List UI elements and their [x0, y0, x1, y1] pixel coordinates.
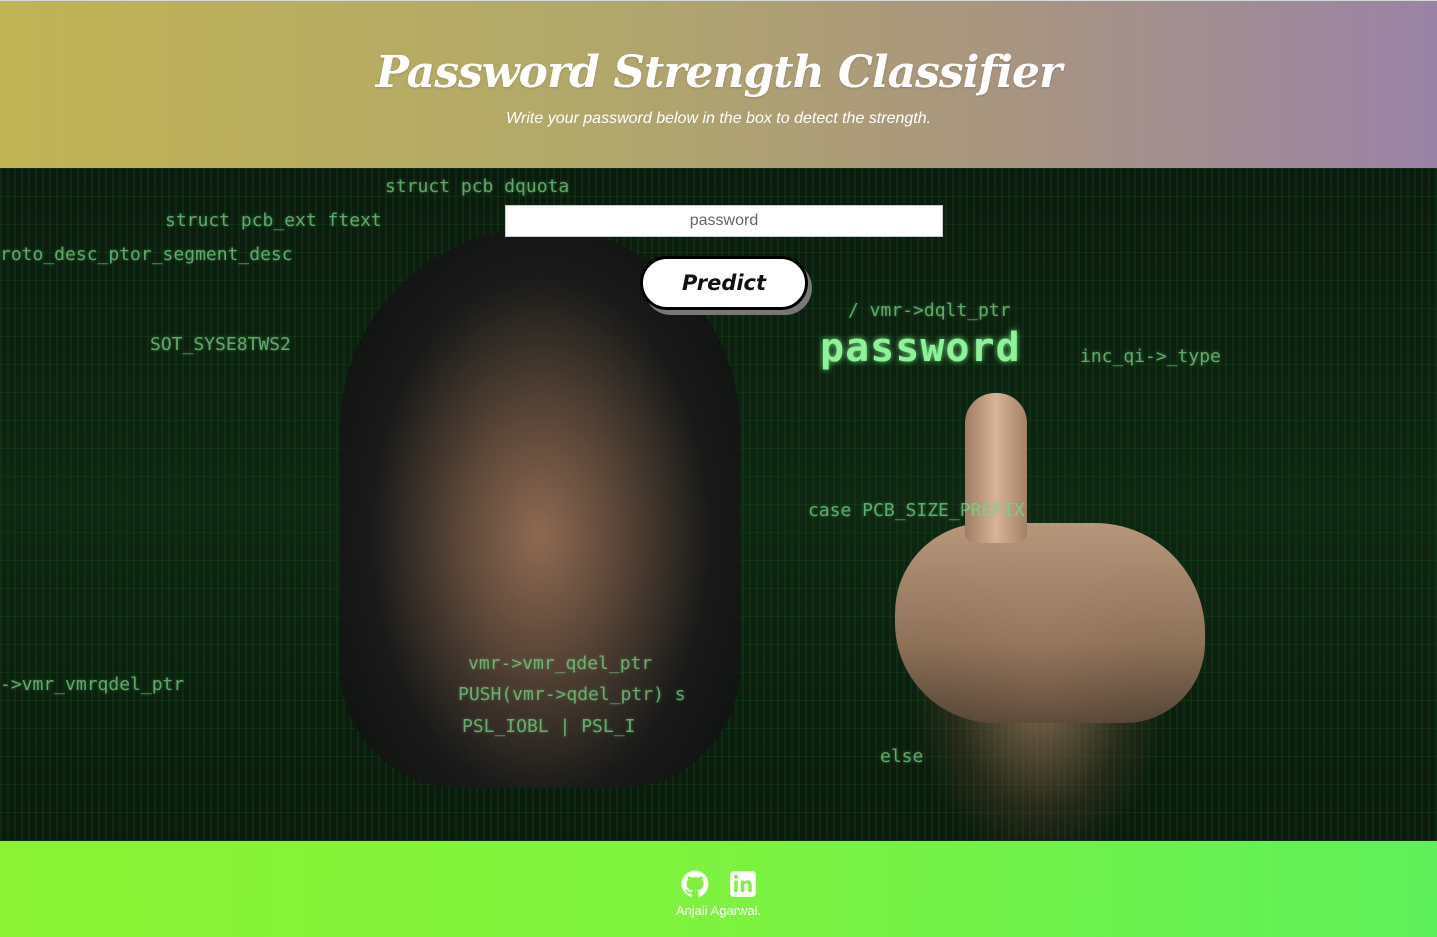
password-input[interactable]	[505, 205, 943, 237]
background-code-line: ->vmr_vmrqdel_ptr	[0, 674, 185, 695]
background-code-line: / vmr->dqlt_ptr	[848, 300, 1011, 321]
hero-section: struct pcb dquota struct pcb_ext ftext r…	[0, 168, 1437, 841]
hand-image	[895, 523, 1205, 723]
background-code-line: case PCB_SIZE_PREFIX	[808, 500, 1025, 521]
page-footer: Anjali Agarwal.	[0, 841, 1437, 937]
page-title: Password Strength Classifier	[375, 47, 1062, 98]
background-code-line: vmr->vmr_qdel_ptr	[468, 653, 653, 674]
author-credit: Anjali Agarwal.	[675, 903, 762, 918]
github-icon[interactable]	[681, 870, 709, 898]
background-code-line: roto_desc_ptor_segment_desc	[0, 244, 293, 265]
background-code-line: SOT_SYSE8TWS2	[150, 334, 291, 355]
background-password-word: password	[820, 325, 1021, 371]
linkedin-icon[interactable]	[729, 870, 757, 898]
background-code-line: PUSH(vmr->qdel_ptr) s	[458, 684, 686, 705]
background-code-line: inc_qi->_type	[1080, 346, 1221, 367]
page-header: Password Strength Classifier Write your …	[0, 0, 1437, 168]
background-code-line: struct pcb dquota	[385, 176, 570, 197]
page-subtitle: Write your password below in the box to …	[505, 110, 932, 127]
background-code-line: PSL_IOBL | PSL_I	[462, 716, 636, 737]
background-code-line: else	[880, 746, 924, 767]
background-code-line: struct pcb_ext ftext	[165, 210, 382, 231]
predict-button[interactable]: Predict	[640, 256, 808, 310]
social-links	[0, 870, 1437, 898]
